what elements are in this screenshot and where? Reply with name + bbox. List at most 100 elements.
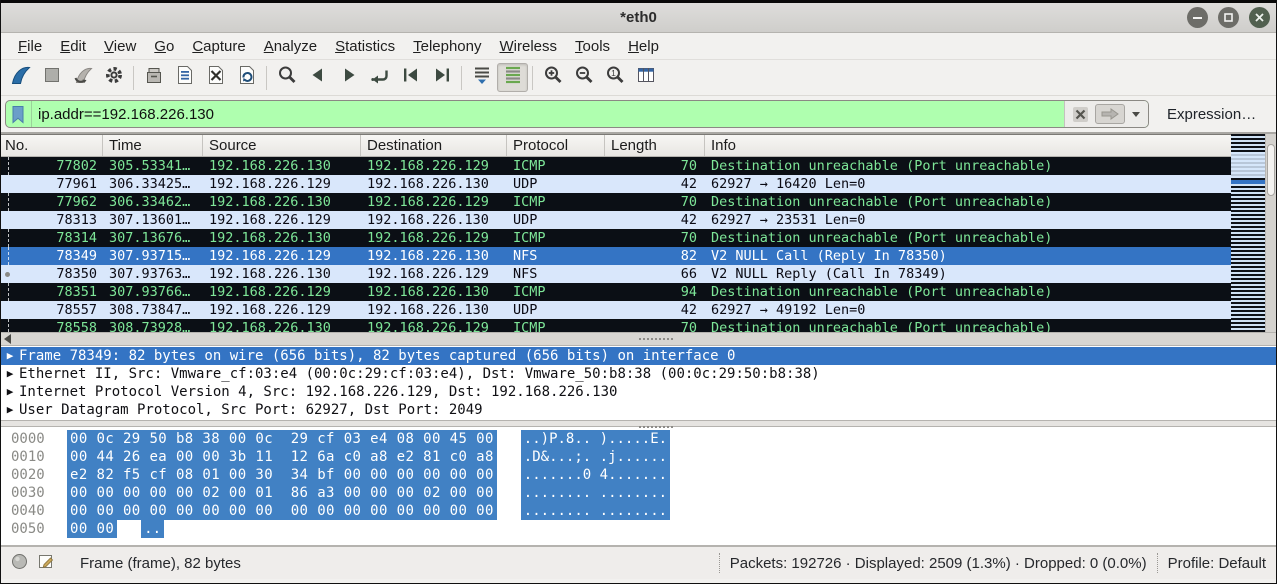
packet-row[interactable]: 78351307.93766…192.168.226.129192.168.22… bbox=[1, 283, 1276, 301]
titlebar[interactable]: *eth0 bbox=[1, 0, 1276, 33]
file-drawer-icon bbox=[143, 64, 165, 91]
scroll-left-arrow-icon[interactable] bbox=[4, 334, 11, 344]
restart-capture-button[interactable] bbox=[67, 63, 98, 92]
hex-line[interactable]: 001000 44 26 ea 00 00 3b 11 12 6a c0 a8 … bbox=[11, 448, 1276, 466]
find-packet-button[interactable] bbox=[271, 63, 302, 92]
menu-bar: File Edit View Go Capture Analyze Statis… bbox=[1, 33, 1276, 60]
expert-info-icon[interactable] bbox=[11, 553, 28, 574]
go-to-packet-button[interactable] bbox=[364, 63, 395, 92]
packet-row-selected[interactable]: 78349307.93715…192.168.226.129192.168.22… bbox=[1, 247, 1276, 265]
menu-statistics[interactable]: Statistics bbox=[326, 35, 404, 58]
gear-icon bbox=[103, 64, 125, 91]
packet-row[interactable]: 78350307.93763…192.168.226.130192.168.22… bbox=[1, 265, 1276, 283]
packet-row[interactable]: 77962306.33462…192.168.226.130192.168.22… bbox=[1, 193, 1276, 211]
column-header-length[interactable]: Length bbox=[605, 135, 705, 156]
filter-history-caret-icon[interactable] bbox=[1132, 112, 1140, 117]
column-header-source[interactable]: Source bbox=[203, 135, 361, 156]
packet-row[interactable]: 77961306.33425…192.168.226.129192.168.22… bbox=[1, 175, 1276, 193]
stop-capture-button[interactable] bbox=[36, 63, 67, 92]
filter-bar: ip.addr==192.168.226.130 Expression… + bbox=[1, 96, 1276, 134]
status-profile[interactable]: Profile: Default bbox=[1168, 555, 1276, 572]
stop-square-icon bbox=[41, 64, 63, 91]
detail-line-frame[interactable]: ▶Frame 78349: 82 bytes on wire (656 bits… bbox=[1, 347, 1276, 365]
related-packet-dot-icon bbox=[1, 265, 15, 283]
close-button[interactable] bbox=[1249, 7, 1270, 28]
pane-splitter[interactable] bbox=[1, 420, 1276, 427]
resize-columns-icon bbox=[635, 64, 657, 91]
packet-row[interactable]: 78314307.13676…192.168.226.130192.168.22… bbox=[1, 229, 1276, 247]
menu-go[interactable]: Go bbox=[145, 35, 183, 58]
minimize-button[interactable] bbox=[1187, 7, 1208, 28]
packet-row[interactable]: 77802305.53341…192.168.226.130192.168.22… bbox=[1, 157, 1276, 175]
menu-analyze[interactable]: Analyze bbox=[255, 35, 326, 58]
expand-triangle-icon[interactable]: ▶ bbox=[1, 383, 19, 401]
arrow-right-icon bbox=[338, 64, 360, 91]
column-header-protocol[interactable]: Protocol bbox=[507, 135, 605, 156]
pane-splitter-grip[interactable] bbox=[639, 338, 673, 340]
hex-line[interactable]: 003000 00 00 00 00 02 00 01 86 a3 00 00 … bbox=[11, 484, 1276, 502]
packet-list-header: No. Time Source Destination Protocol Len… bbox=[1, 134, 1276, 157]
menu-edit[interactable]: Edit bbox=[51, 35, 95, 58]
window-title: *eth0 bbox=[620, 9, 657, 26]
capture-comment-icon[interactable] bbox=[38, 553, 56, 574]
filter-input[interactable]: ip.addr==192.168.226.130 bbox=[32, 101, 1064, 127]
filter-clear-icon[interactable] bbox=[1072, 106, 1089, 123]
display-filter-field[interactable]: ip.addr==192.168.226.130 bbox=[5, 100, 1149, 128]
scrollbar-thumb[interactable] bbox=[1267, 144, 1275, 196]
column-header-info[interactable]: Info bbox=[705, 135, 1276, 156]
maximize-button[interactable] bbox=[1218, 7, 1239, 28]
horizontal-scrollbar[interactable] bbox=[1, 332, 1276, 346]
go-first-packet-button[interactable] bbox=[395, 63, 426, 92]
open-capture-file-button[interactable] bbox=[138, 63, 169, 92]
pane-splitter-grip[interactable] bbox=[639, 426, 673, 428]
detail-line-ip[interactable]: ▶Internet Protocol Version 4, Src: 192.1… bbox=[1, 383, 1276, 401]
expand-triangle-icon[interactable]: ▶ bbox=[1, 401, 19, 419]
menu-file[interactable]: File bbox=[9, 35, 51, 58]
maximize-icon bbox=[1223, 12, 1234, 23]
document-close-icon bbox=[205, 64, 227, 91]
save-capture-file-button[interactable] bbox=[169, 63, 200, 92]
zoom-in-button[interactable] bbox=[537, 63, 568, 92]
zoom-out-button[interactable] bbox=[568, 63, 599, 92]
column-header-time[interactable]: Time bbox=[103, 135, 203, 156]
hex-line[interactable]: 000000 0c 29 50 b8 38 00 0c 29 cf 03 e4 … bbox=[11, 430, 1276, 448]
filter-apply-icon[interactable] bbox=[1095, 104, 1125, 124]
vertical-scrollbar[interactable] bbox=[1265, 134, 1276, 332]
detail-line-udp[interactable]: ▶User Datagram Protocol, Src Port: 62927… bbox=[1, 401, 1276, 419]
close-icon bbox=[1254, 12, 1265, 23]
auto-scroll-button[interactable] bbox=[466, 63, 497, 92]
column-header-destination[interactable]: Destination bbox=[361, 135, 507, 156]
hex-line[interactable]: 005000 00.. bbox=[11, 520, 1276, 538]
hex-line[interactable]: 004000 00 00 00 00 00 00 00 00 00 00 00 … bbox=[11, 502, 1276, 520]
column-header-no[interactable]: No. bbox=[1, 135, 103, 156]
detail-line-ethernet[interactable]: ▶Ethernet II, Src: Vmware_cf:03:e4 (00:0… bbox=[1, 365, 1276, 383]
zoom-out-icon bbox=[573, 64, 595, 91]
menu-wireless[interactable]: Wireless bbox=[491, 35, 567, 58]
menu-help[interactable]: Help bbox=[619, 35, 668, 58]
zoom-original-button[interactable]: 1 bbox=[599, 63, 630, 92]
packet-row[interactable]: 78558308.73928…192.168.226.130192.168.22… bbox=[1, 319, 1276, 332]
colorize-packets-button[interactable] bbox=[497, 63, 528, 92]
hex-line[interactable]: 0020e2 82 f5 cf 08 01 00 30 34 bf 00 00 … bbox=[11, 466, 1276, 484]
go-forward-button[interactable] bbox=[333, 63, 364, 92]
close-capture-file-button[interactable] bbox=[200, 63, 231, 92]
menu-capture[interactable]: Capture bbox=[183, 35, 254, 58]
start-capture-button[interactable] bbox=[5, 63, 36, 92]
expression-button[interactable]: Expression… bbox=[1161, 102, 1262, 127]
packet-row[interactable]: 78313307.13601…192.168.226.129192.168.22… bbox=[1, 211, 1276, 229]
reload-capture-file-button[interactable] bbox=[231, 63, 262, 92]
expand-triangle-icon[interactable]: ▶ bbox=[1, 365, 19, 383]
expand-triangle-icon[interactable]: ▶ bbox=[1, 347, 19, 365]
packet-row[interactable]: 78557308.73847…192.168.226.129192.168.22… bbox=[1, 301, 1276, 319]
packet-minimap-scrollbar[interactable] bbox=[1231, 134, 1265, 332]
menu-telephony[interactable]: Telephony bbox=[404, 35, 490, 58]
go-back-button[interactable] bbox=[302, 63, 333, 92]
zoom-in-icon bbox=[542, 64, 564, 91]
menu-tools[interactable]: Tools bbox=[566, 35, 619, 58]
filter-bookmark-icon[interactable] bbox=[6, 101, 32, 127]
menu-view[interactable]: View bbox=[95, 35, 145, 58]
packet-details-pane: ▶Frame 78349: 82 bytes on wire (656 bits… bbox=[1, 346, 1276, 420]
capture-options-button[interactable] bbox=[98, 63, 129, 92]
go-last-packet-button[interactable] bbox=[426, 63, 457, 92]
resize-columns-button[interactable] bbox=[630, 63, 661, 92]
